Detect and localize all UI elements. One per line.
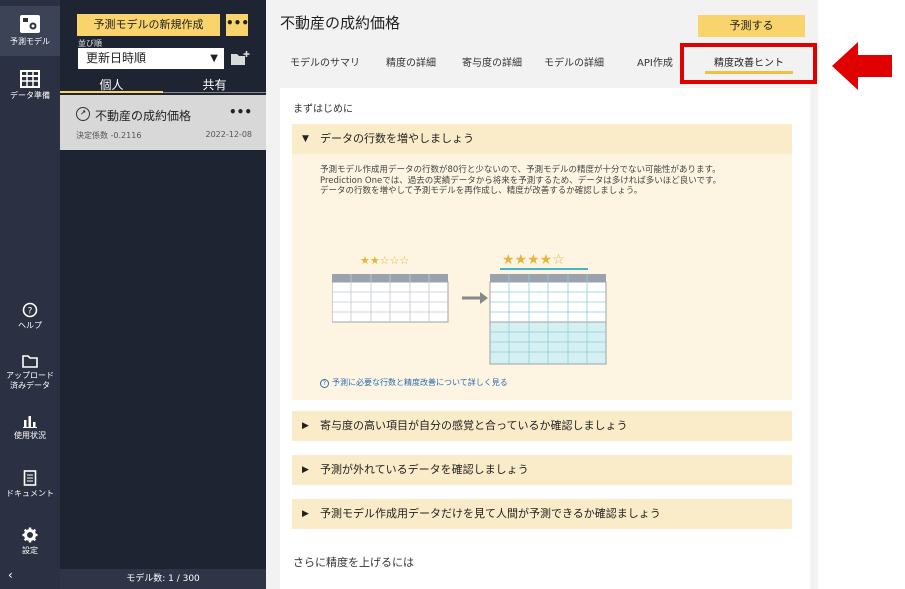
tab-personal[interactable]: 個人: [60, 76, 163, 93]
large-table-icon: [489, 274, 607, 365]
highlight-box: [680, 43, 817, 84]
tab-model-details[interactable]: モデルの詳細: [544, 54, 604, 69]
rail-label-documents: ドキュメント: [6, 489, 54, 498]
accordion-title-human-predict: 予測モデル作成用データだけを見て人間が予測できるか確認ましょう: [320, 507, 661, 520]
folder-icon: [22, 355, 38, 368]
page-title: 不動産の成約価格: [280, 14, 401, 32]
model-date: 2022-12-08: [205, 130, 253, 139]
tab-shared[interactable]: 共有: [163, 76, 266, 93]
stars-after: ★★★★☆: [502, 254, 565, 268]
tab-accuracy-details[interactable]: 精度の詳細: [386, 54, 436, 69]
rail-item-documents[interactable]: ドキュメント: [0, 470, 60, 500]
body-line-3: データの行数を増やして予測モデルを再作成し、精度が改善するか確認しましょう。: [320, 186, 643, 196]
model-list-panel: 予測モデルの新規作成 ••• 並び順 更新日時順 ▼ 個人 共有 ↗ 不動産の成…: [60, 0, 266, 589]
rail-label-data-prep: データ準備: [10, 91, 50, 100]
rail-item-data-prep[interactable]: データ準備: [0, 70, 60, 110]
arrow-right-icon: [462, 292, 488, 304]
accordion-title-rows: データの行数を増やしましょう: [320, 132, 474, 145]
chevron-down-icon: ▼: [210, 53, 218, 64]
new-model-button[interactable]: 予測モデルの新規作成: [77, 14, 220, 36]
rail-label-models: 予測モデル: [10, 37, 50, 46]
rail-label-settings: 設定: [22, 546, 38, 555]
tab-api[interactable]: API作成: [637, 54, 673, 69]
model-coefficient: 決定係数 -0.2116: [76, 131, 142, 140]
red-arrow-icon: [832, 42, 892, 90]
rail-item-models[interactable]: 予測モデル: [0, 6, 60, 56]
accordion-header-contribution[interactable]: ▶ 寄与度の高い項目が自分の感覚と合っているか確認しましょう: [292, 411, 792, 441]
collapse-rail-button[interactable]: ‹: [0, 569, 60, 586]
table-icon: [20, 70, 40, 88]
rail-item-usage[interactable]: 使用状況: [0, 414, 60, 444]
rail-label-help: ヘルプ: [18, 321, 42, 330]
chevron-down-icon: ▼: [302, 134, 309, 144]
intro-heading: まずはじめに: [293, 104, 353, 115]
sort-select[interactable]: 更新日時順 ▼: [78, 48, 224, 69]
help-icon: ?: [22, 302, 38, 318]
accordion-body-text: 予測モデル作成用データの行数が80行と少ないので、予測モデルの精度が十分でない可…: [320, 165, 782, 197]
accordion-header-human-predict[interactable]: ▶ 予測モデル作成用データだけを見て人間が予測できるか確認ましょう: [292, 499, 792, 529]
model-card[interactable]: ↗ 不動産の成約価格 ••• 決定係数 -0.2116 2022-12-08: [60, 95, 266, 150]
rail-item-uploaded-data[interactable]: アップロード 済みデータ: [0, 354, 60, 390]
more-accuracy-heading: さらに精度を上げるには: [293, 556, 414, 569]
stars-before: ★★☆☆☆: [360, 254, 409, 267]
panel-more-button[interactable]: •••: [226, 14, 249, 36]
rail-label-uploaded-1: アップロード: [6, 371, 54, 380]
model-count: モデル数: 1 / 300: [60, 569, 266, 589]
rows-help-link[interactable]: ? 予測に必要な行数と精度改善について詳しく見る: [320, 377, 508, 388]
bar-chart-icon: [23, 416, 37, 428]
gear-icon: [22, 527, 38, 543]
question-icon: ?: [320, 379, 329, 388]
stars-underline: [500, 268, 588, 270]
rail-item-settings[interactable]: 設定: [0, 527, 60, 557]
predict-button[interactable]: 予測する: [698, 15, 805, 37]
svg-text:?: ?: [28, 307, 33, 317]
accordion-header-rows[interactable]: ▼ データの行数を増やしましょう: [292, 124, 792, 154]
small-table-icon: [332, 274, 449, 323]
more-rows-illustration: ★★☆☆☆ ★★★★☆: [332, 254, 607, 365]
model-more-button[interactable]: •••: [229, 105, 252, 119]
tab-contribution-details[interactable]: 寄与度の詳細: [462, 54, 522, 69]
accordion-open-section: ▼ データの行数を増やしましょう 予測モデル作成用データの行数が80行と少ないの…: [292, 124, 792, 400]
model-name: 不動産の成約価格: [95, 109, 192, 123]
body-line-1: 予測モデル作成用データの行数が80行と少ないので、予測モデルの精度が十分でない可…: [320, 165, 721, 175]
hints-content: まずはじめに ▼ データの行数を増やしましょう 予測モデル作成用データの行数が8…: [280, 88, 810, 589]
accordion-title-contribution: 寄与度の高い項目が自分の感覚と合っているか確認しましょう: [320, 419, 628, 432]
accordion-title-mispredictions: 予測が外れているデータを確認しましょう: [320, 463, 529, 476]
accordion-header-mispredictions[interactable]: ▶ 予測が外れているデータを確認しましょう: [292, 455, 792, 485]
main-area: 不動産の成約価格 予測する モデルのサマリ 精度の詳細 寄与度の詳細 モデルの詳…: [266, 0, 818, 589]
tab-model-summary[interactable]: モデルのサマリ: [290, 54, 360, 69]
chevron-right-icon: ▶: [302, 509, 309, 519]
chevron-right-icon: ▶: [302, 421, 309, 431]
rail-label-uploaded-2: 済みデータ: [10, 381, 50, 390]
rows-help-link-text: 予測に必要な行数と精度改善について詳しく見る: [332, 378, 508, 387]
rail-label-usage: 使用状況: [14, 431, 46, 440]
regression-model-icon: ↗: [76, 107, 90, 121]
model-icon: [20, 15, 40, 33]
body-line-2: Prediction Oneでは、過去の実績データから将来を予測するため、データ…: [320, 175, 722, 186]
document-icon: [23, 470, 37, 486]
rail-item-help[interactable]: ? ヘルプ: [0, 302, 60, 332]
chevron-right-icon: ▶: [302, 465, 309, 475]
sort-value: 更新日時順: [86, 51, 147, 65]
app-rail: 予測モデル データ準備 ? ヘルプ アップロード 済みデータ 使用状況 ドキュメ…: [0, 0, 60, 589]
add-folder-icon[interactable]: [230, 50, 250, 66]
